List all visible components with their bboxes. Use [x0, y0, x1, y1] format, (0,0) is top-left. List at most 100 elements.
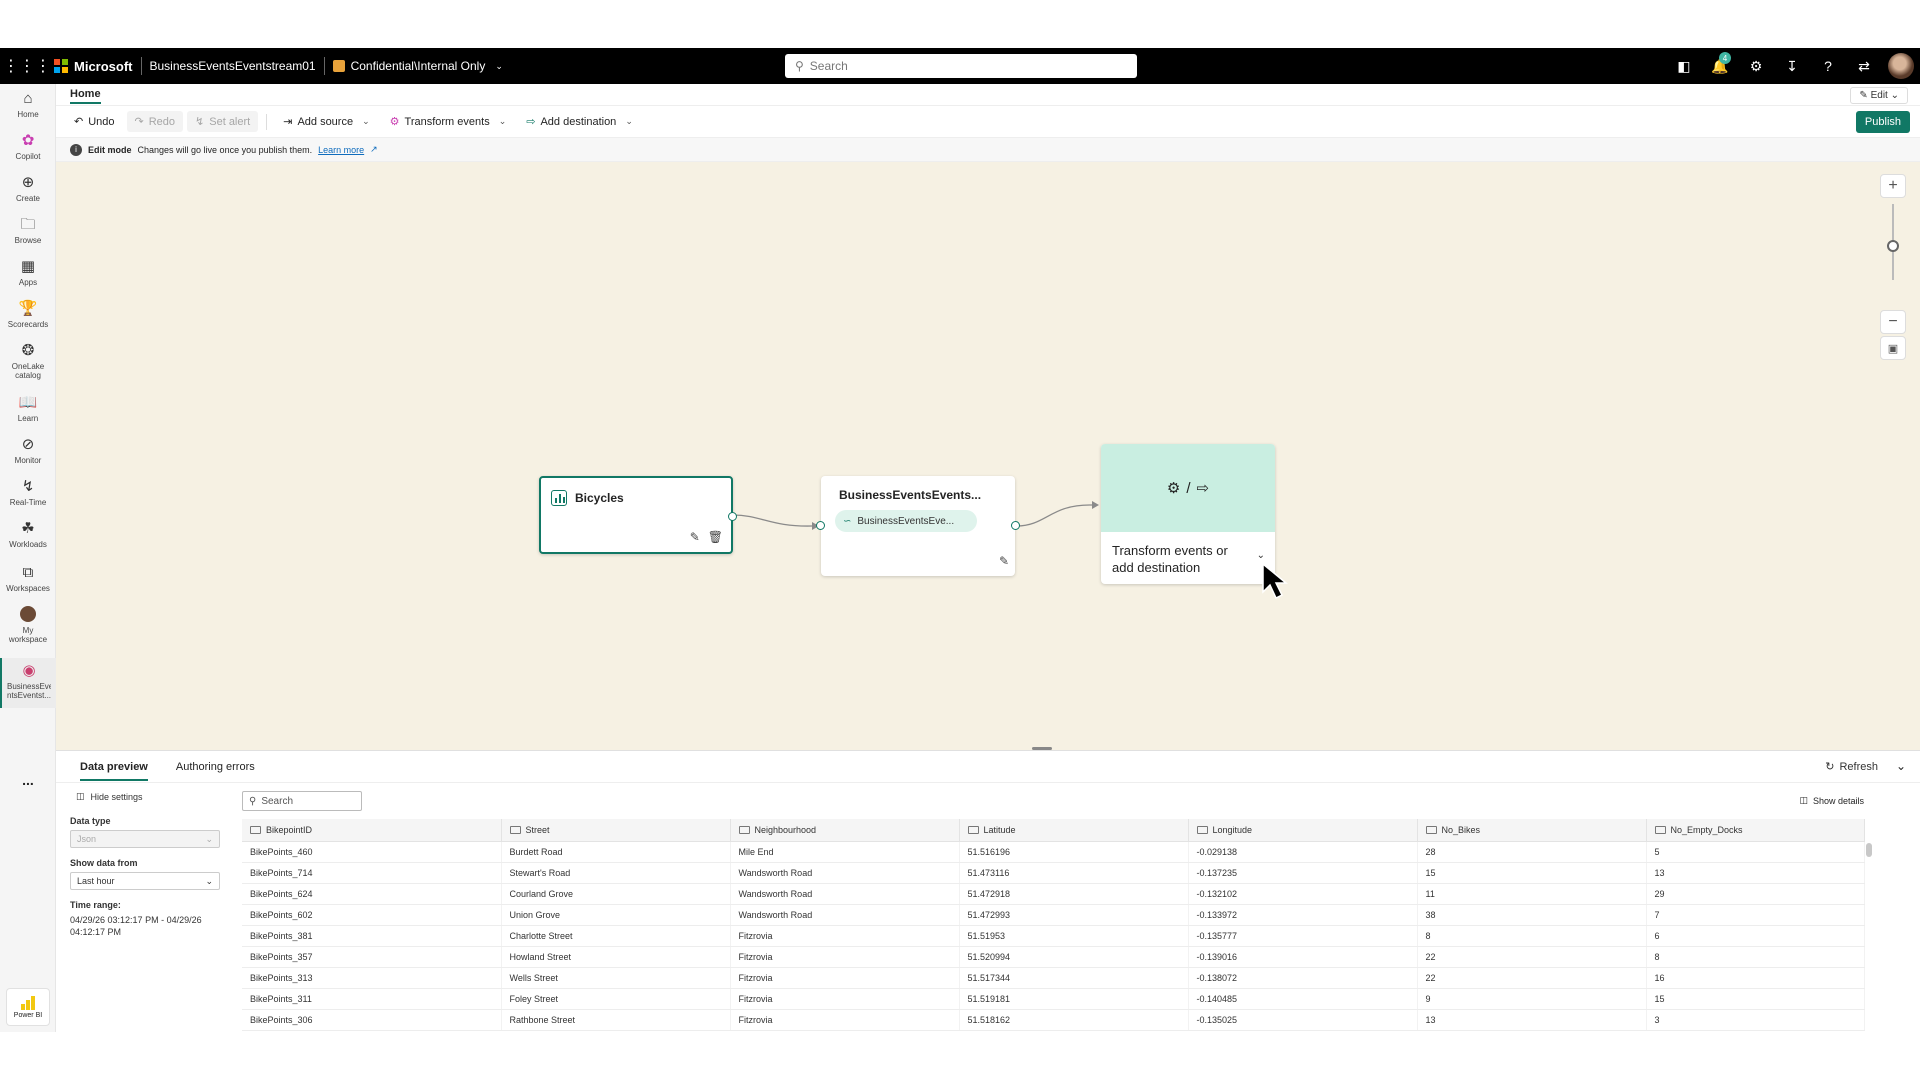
sensitivity-label[interactable]: Confidential\Internal Only ⌄ — [332, 59, 503, 73]
eventstream-stream-pill[interactable]: ∽ BusinessEventsEve... — [835, 510, 977, 532]
column-header[interactable]: Latitude — [959, 819, 1189, 842]
tab-data-preview[interactable]: Data preview — [80, 753, 148, 781]
rail-label: Monitor — [14, 456, 42, 465]
rail-workloads[interactable]: ☘ Workloads — [0, 520, 56, 549]
rail-my-workspace[interactable]: My workspace — [0, 606, 56, 644]
table-cell: -0.138072 — [1188, 967, 1418, 989]
rail-copilot[interactable]: ✿ Copilot — [0, 132, 56, 161]
column-header[interactable]: No_Bikes — [1417, 819, 1647, 842]
column-header-label: Neighbourhood — [754, 824, 817, 835]
output-port[interactable] — [1011, 521, 1020, 530]
chevron-down-icon[interactable]: ⌄ — [1896, 759, 1906, 773]
rail-onelake-catalog[interactable]: ❂ OneLake catalog — [0, 342, 56, 380]
table-row[interactable]: BikePoints_714 Stewart's Road Wandsworth R… — [242, 862, 1865, 884]
column-header[interactable]: Longitude — [1188, 819, 1418, 842]
table-cell: -0.132102 — [1188, 883, 1418, 905]
share-icon[interactable]: ⇄ — [1846, 48, 1882, 84]
learn-more-link[interactable]: Learn more — [318, 145, 364, 155]
table-header: BikepointID Street Neighbourhood Latitude Lo… — [242, 819, 1865, 842]
tab-home[interactable]: Home — [70, 85, 101, 104]
table-cell: Stewart's Road — [501, 862, 731, 884]
notifications-icon[interactable]: 🔔 4 — [1702, 48, 1738, 84]
rail-home[interactable]: ⌂ Home — [0, 90, 56, 119]
eventstream-node[interactable]: BusinessEventsEvents... ∽ BusinessEvents… — [816, 476, 1020, 576]
input-port[interactable] — [816, 521, 825, 530]
item-name[interactable]: BusinessEventsEventstream01 — [150, 59, 316, 73]
table-row[interactable]: BikePoints_381 Charlotte Street Fitzrovia 5… — [242, 925, 1865, 947]
chevron-down-icon[interactable]: ⌄ — [1257, 550, 1265, 561]
rail-apps[interactable]: ▦ Apps — [0, 258, 56, 287]
table-cell: 8 — [1646, 946, 1865, 968]
table-row[interactable]: BikePoints_313 Wells Street Fitzrovia 51.51… — [242, 967, 1865, 989]
column-header[interactable]: No_Empty_Docks — [1646, 819, 1865, 842]
chevron-down-icon: ⌄ — [205, 875, 213, 886]
chevron-down-icon: ⌄ — [495, 60, 503, 71]
rail-monitor[interactable]: ⊘ Monitor — [0, 436, 56, 465]
table-row[interactable]: BikePoints_306 Rathbone Street Fitzrovia 51… — [242, 1009, 1865, 1031]
rail-real-time[interactable]: ↯ Real-Time — [0, 478, 56, 507]
edit-mode-button[interactable]: ✎ Edit ⌄ — [1850, 87, 1908, 104]
rail-browse[interactable]: 🗀 Browse — [0, 216, 56, 245]
rail-learn[interactable]: 📖 Learn — [0, 394, 56, 423]
table-row[interactable]: BikePoints_357 Howland Street Fitzrovia 51.… — [242, 946, 1865, 968]
table-scrollbar[interactable] — [1866, 843, 1872, 857]
edit-pencil-icon[interactable]: ✎ — [690, 530, 700, 544]
source-node-bicycles[interactable]: Bicycles ✎ 🗑 — [539, 476, 737, 554]
edit-pencil-icon[interactable]: ✎ — [999, 554, 1009, 568]
divider — [323, 57, 325, 75]
divider — [266, 113, 268, 130]
data-type-select[interactable]: Json ⌄ — [70, 830, 220, 848]
show-details-button[interactable]: ◫ Show details — [1799, 795, 1864, 806]
show-data-from-select[interactable]: Last hour ⌄ — [70, 872, 220, 890]
eventstream-canvas[interactable]: + − ▣ Bicycles ✎ 🗑 BusinessEventsEvents.… — [56, 162, 1920, 750]
refresh-button[interactable]: ↻ Refresh — [1825, 760, 1878, 774]
table-cell: Courland Grove — [501, 883, 731, 905]
more-icon[interactable]: ... — [0, 772, 56, 788]
panel-toggle-icon[interactable]: ◧ — [1666, 48, 1702, 84]
add-destination-button[interactable]: ⇨ Add destination ⌄ — [518, 111, 641, 132]
delete-trash-icon[interactable]: 🗑 — [708, 530, 723, 544]
search-icon: ⚲ — [249, 795, 257, 807]
publish-button[interactable]: Publish — [1855, 111, 1910, 133]
rail-scorecards[interactable]: 🏆 Scorecards — [0, 300, 56, 329]
global-search-input[interactable]: ⚲ Search — [785, 54, 1137, 78]
redo-button[interactable]: ↷ Redo — [126, 111, 184, 132]
microsoft-logo[interactable]: Microsoft — [54, 59, 133, 74]
table-cell: Mile End — [730, 841, 960, 863]
help-icon[interactable]: ? — [1810, 48, 1846, 84]
tab-authoring-errors[interactable]: Authoring errors — [176, 761, 255, 773]
column-header-label: No_Bikes — [1441, 824, 1481, 835]
column-header[interactable]: BikepointID — [242, 819, 502, 842]
app-launcher-icon[interactable]: ⋮⋮⋮ — [0, 48, 54, 84]
destination-node-header: ⚙ / ⇨ — [1101, 444, 1275, 532]
transform-events-button[interactable]: ⚙ Transform events ⌄ — [382, 111, 515, 132]
eventstream-icon: ◉ — [22, 662, 36, 679]
table-cell: 22 — [1417, 967, 1647, 989]
add-source-button[interactable]: ⇥ Add source ⌄ — [275, 111, 377, 132]
table-cell: Howland Street — [501, 946, 731, 968]
table-row[interactable]: BikePoints_460 Burdett Road Mile End 51.516… — [242, 841, 1865, 863]
power-bi-switcher[interactable]: Power BI — [6, 988, 50, 1026]
column-header[interactable]: Street — [501, 819, 731, 842]
rail-create[interactable]: ⊕ Create — [0, 174, 56, 203]
eventstream-node-title: BusinessEventsEvents... — [839, 488, 982, 502]
column-header[interactable]: Neighbourhood — [730, 819, 960, 842]
set-alert-button[interactable]: ↯ Set alert — [187, 111, 259, 132]
table-row[interactable]: BikePoints_311 Foley Street Fitzrovia 51.51… — [242, 988, 1865, 1010]
table-row[interactable]: BikePoints_624 Courland Grove Wandsworth R… — [242, 883, 1865, 905]
grid-search-input[interactable]: ⚲ Search — [242, 791, 362, 811]
undo-button[interactable]: ↶ Undo — [66, 111, 123, 132]
pencil-icon: ✎ — [1859, 90, 1868, 101]
column-type-icon — [509, 826, 521, 835]
transform-or-destination-node[interactable]: ⚙ / ⇨ Transform events or add destinatio… — [1101, 444, 1275, 584]
settings-gear-icon[interactable]: ⚙ — [1738, 48, 1774, 84]
download-icon[interactable]: ↧ — [1774, 48, 1810, 84]
hide-settings-button[interactable]: ◫ Hide settings — [76, 791, 220, 802]
table-row[interactable]: BikePoints_602 Union Grove Wandsworth Road… — [242, 904, 1865, 926]
bottom-panel: Data preview Authoring errors ↻ Refresh ⌄… — [56, 750, 1920, 1032]
output-port[interactable] — [728, 512, 737, 521]
rail-workspaces[interactable]: ⧉ Workspaces — [0, 564, 56, 593]
column-type-icon — [1425, 826, 1437, 835]
rail-current-item[interactable]: ◉ BusinessEve ntsEventst... — [0, 658, 56, 708]
user-avatar[interactable] — [1888, 53, 1914, 79]
